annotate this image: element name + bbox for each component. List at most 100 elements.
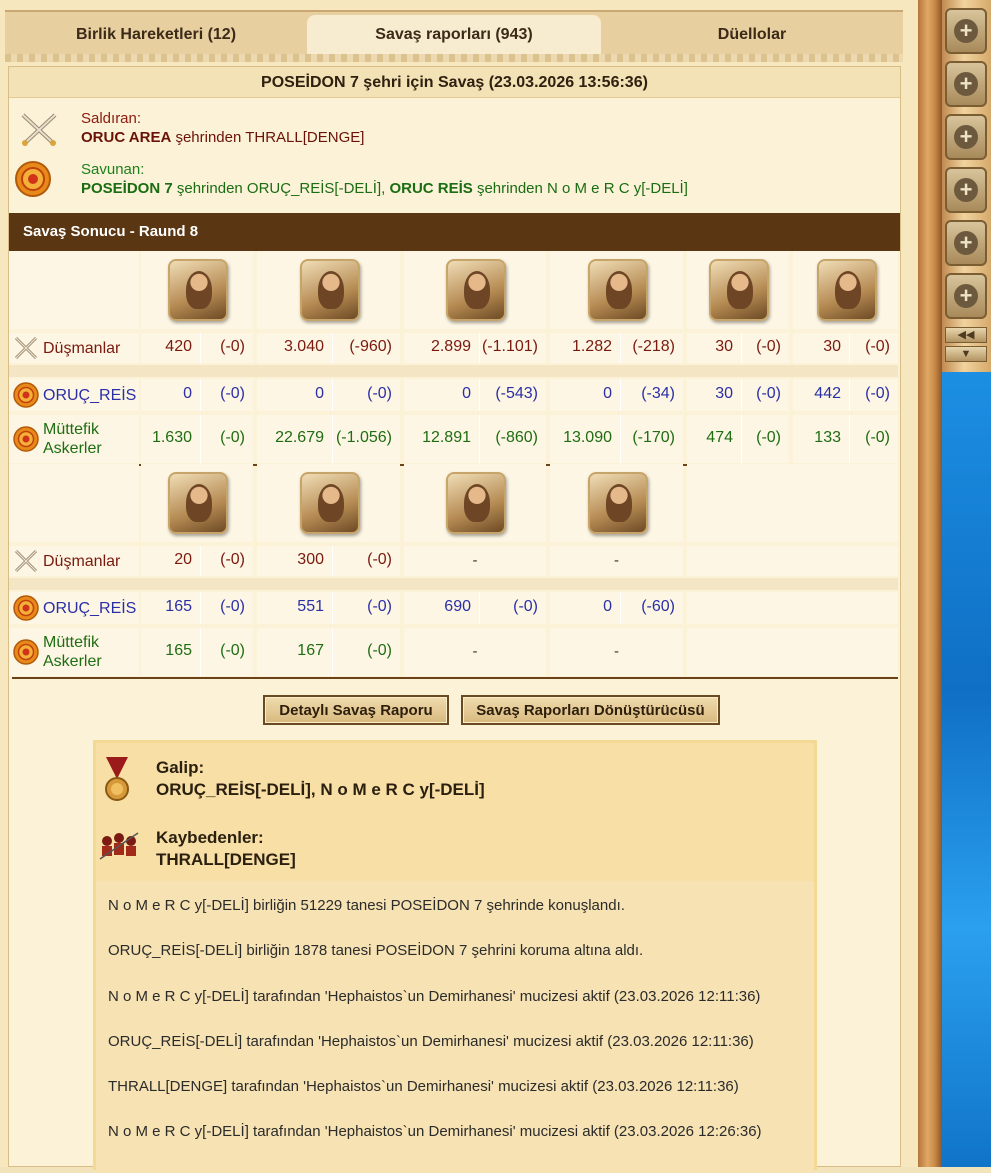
allied-troops-row-label: Müttefik Askerler [43,421,102,457]
cell-separator [200,628,201,676]
plus-icon: + [954,72,978,96]
enemy-value-loss: (-0) [865,338,890,355]
plus-icon: + [954,231,978,255]
attacker-label: Saldıran: [81,110,142,127]
allies-value-loss: (-1.056) [335,429,392,446]
allies-value-loss: (-0) [220,429,245,446]
rewind-icon: ◀◀ [957,329,975,341]
tab-unit-movements[interactable]: Birlik Hareketleri (12) [5,15,307,55]
unit-figure [835,271,861,309]
enemy-value-count: 30 [715,338,733,355]
empty-cell [687,464,898,542]
result-panel: Galip: ORUÇ_REİS[-DELİ], N o M e R C y[-… [93,740,817,1173]
enemy-value-count: 2.899 [430,338,471,355]
allies-value-count: 13.090 [563,429,612,446]
allies-value-count: 12.891 [422,429,471,446]
unit-figure [464,484,490,522]
shield-icon [13,382,39,408]
oruc-value-loss: (-543) [495,385,538,402]
winner-label: Galip: [156,758,205,777]
loser-value: THRALL[DENGE] [156,850,296,869]
cell-separator [479,415,480,463]
cell-separator [200,592,201,624]
cell-separator [479,379,480,411]
enemy-value-loss: (-0) [220,551,245,568]
unit-figure [318,271,344,309]
plus-icon: + [954,178,978,202]
tab-duels[interactable]: Düellolar [601,15,903,55]
enemy-value-count: 420 [165,338,192,355]
allies-value-count: 165 [165,642,192,659]
allies-value: - [614,643,619,660]
allies-value-count: 167 [297,642,324,659]
tab-bar: Birlik Hareketleri (12) Savaş raporları … [5,10,903,56]
add-slot-button[interactable]: + [945,273,987,319]
cell-separator [741,379,742,411]
cook-unit-icon [300,472,360,534]
allies-value-loss: (-0) [220,642,245,659]
cell-separator [849,379,850,411]
defender-city-link-1[interactable]: POSEİDON 7 [81,180,173,197]
oruc-value-loss: (-0) [513,598,538,615]
unit-figure [318,484,344,522]
row-spacer [9,365,898,377]
tab-battle-reports[interactable]: Savaş raporları (943) [307,15,601,55]
crossed-swords-icon [21,113,57,146]
allies-value: - [472,643,478,660]
event-log: N o M e R C y[-DELİ] birliğin 51229 tane… [96,881,814,1173]
cell-separator [332,546,333,576]
empty-cell [687,592,898,624]
oruc-value-count: 0 [603,598,612,615]
slinger-unit-icon [168,259,228,321]
add-slot-button[interactable]: + [945,167,987,213]
allied-troops-row-label: Müttefik Askerler [43,634,102,670]
collapse-button[interactable]: ▼ [945,346,987,362]
enemy-value-loss: (-0) [220,338,245,355]
allies-value-loss: (-0) [756,429,781,446]
cell-separator [332,379,333,411]
cell-separator [741,333,742,363]
cell-separator [741,415,742,463]
siege-tower-unit-icon [817,259,877,321]
cell-separator [200,333,201,363]
cell-separator [332,333,333,363]
oruc-value-count: 165 [165,598,192,615]
war-wagon-unit-icon [588,472,648,534]
defender-player-1[interactable]: şehrinden ORUÇ_REİS[-DELİ], [173,180,390,197]
side-frame [918,0,942,1167]
defender-city-link-2[interactable]: ORUC REİS [389,180,472,197]
oruc-value-loss: (-0) [756,385,781,402]
detailed-report-button[interactable]: Detaylı Savaş Raporu [263,695,449,725]
oruc-value-loss: (-0) [220,598,245,615]
add-slot-button[interactable]: + [945,220,987,266]
report-converter-button[interactable]: Savaş Raporları Dönüştürücüsü [461,695,720,725]
cell-separator [332,628,333,676]
tab-label: Düellolar [717,26,787,43]
oruc-value-count: 0 [183,385,192,402]
unit-figure [186,484,212,522]
cell-separator [200,546,201,576]
cell-separator [620,333,621,363]
cell-separator [332,592,333,624]
oruc-reis-row-label: ORUÇ_REİS [43,387,137,404]
tab-divider [5,54,903,62]
defender-player-2[interactable]: şehrinden N o M e R C y[-DELİ] [473,180,688,197]
crossed-swords-icon [14,549,38,573]
oruc-value-loss: (-0) [367,385,392,402]
table-divider [12,677,898,679]
rewind-button[interactable]: ◀◀ [945,327,987,343]
event-line: N o M e R C y[-DELİ] tarafından 'Hephais… [108,1123,762,1140]
oruc-value-count: 0 [462,385,471,402]
cell-separator [200,379,201,411]
cell-separator [200,415,201,463]
unit-figure [606,484,632,522]
cell-separator [620,379,621,411]
oruc-value-count: 0 [315,385,324,402]
add-slot-button[interactable]: + [945,8,987,54]
attacker-player[interactable]: şehrinden THRALL[DENGE] [171,129,364,146]
swordsman-unit-icon [300,259,360,321]
event-line: N o M e R C y[-DELİ] tarafından 'Hephais… [108,988,761,1005]
add-slot-button[interactable]: + [945,114,987,160]
add-slot-button[interactable]: + [945,61,987,107]
attacker-city-link[interactable]: ORUC AREA [81,129,171,146]
